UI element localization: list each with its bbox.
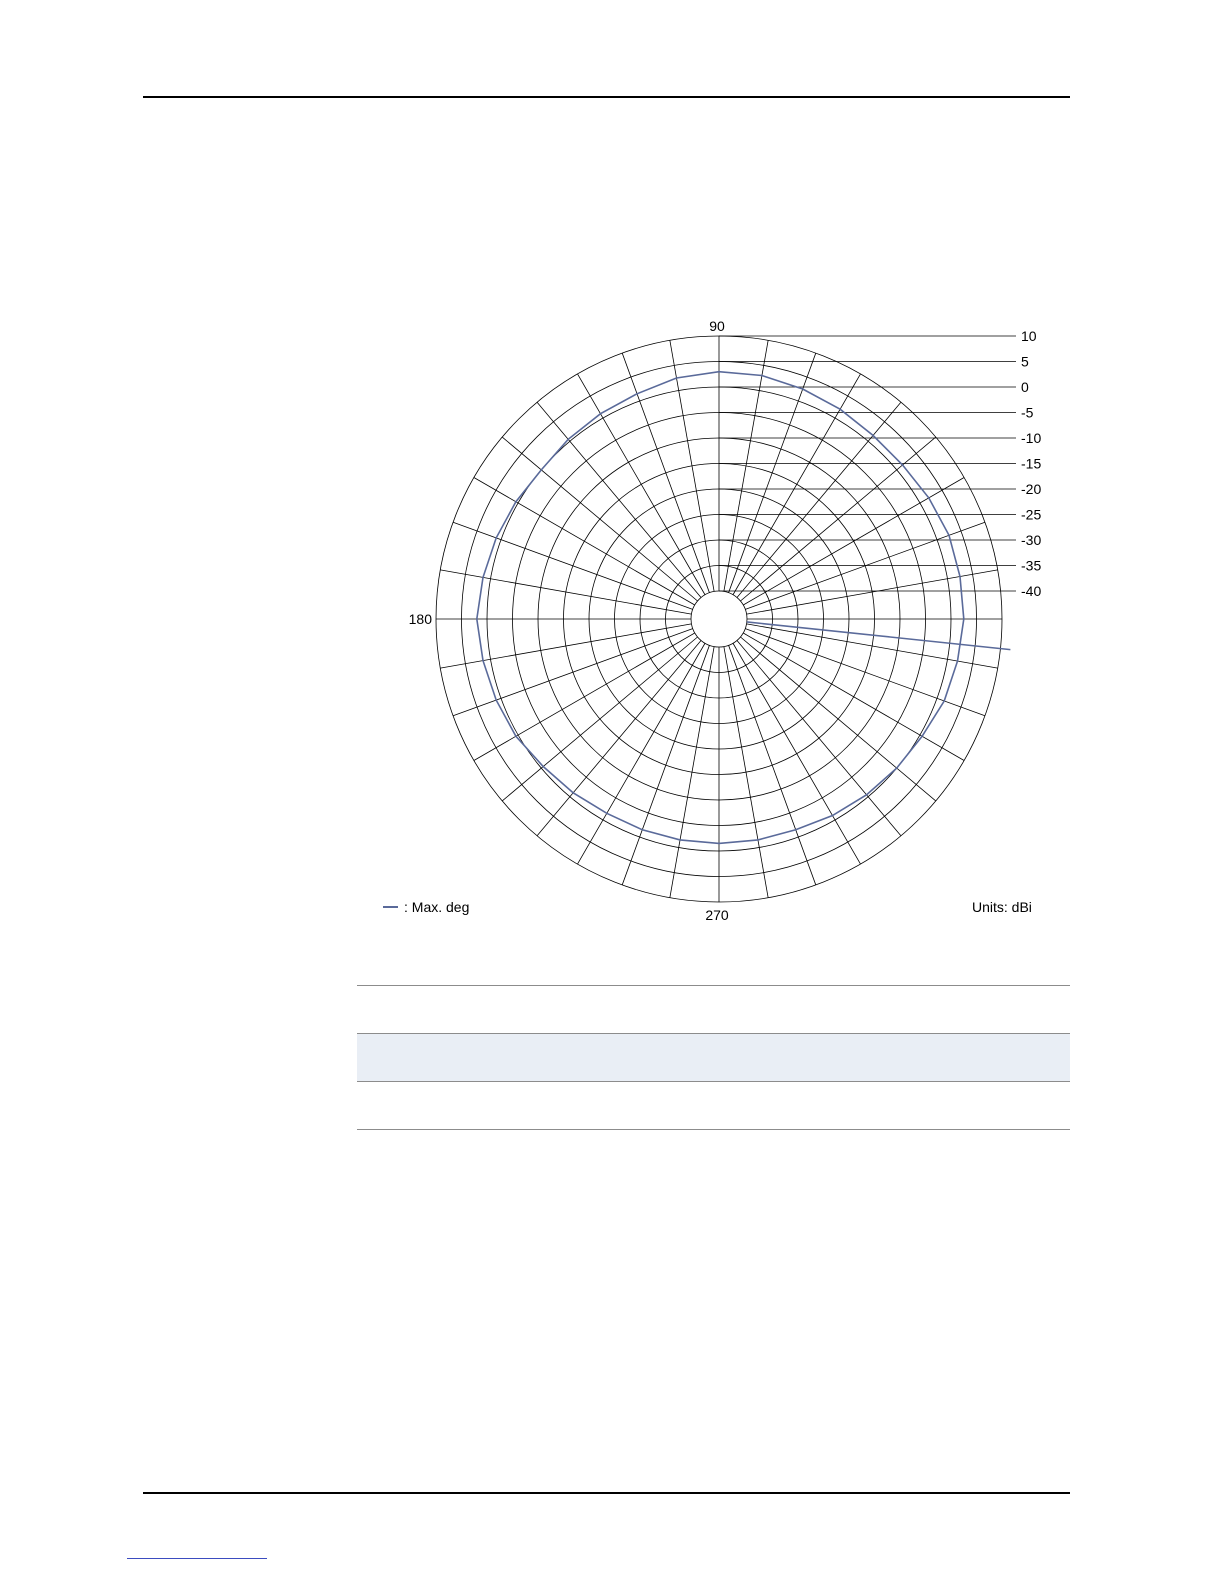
table-row [357,986,1070,1033]
angle-label-180: 180 [409,611,433,627]
grid-spoke-60 [732,373,861,595]
radial-tick-label: -35 [1021,558,1041,574]
legend-label: : Max. deg [404,899,469,915]
angle-label-270: 270 [705,907,729,923]
grid-spoke-280 [723,646,769,898]
footer-link-underline[interactable] [127,1558,267,1559]
grid-spoke-120 [577,373,706,595]
table-bottom-rule [357,1129,1070,1130]
grid-spoke-320 [740,636,937,802]
grid-spoke-260 [669,646,715,898]
table-row [357,1082,1070,1129]
grid-spoke-40 [740,436,937,602]
radial-tick-label: -10 [1021,430,1041,446]
grid-spoke-210 [473,632,695,761]
radial-tick-label: -25 [1021,507,1041,523]
angle-label-90: 90 [709,318,725,334]
grid-spoke-240 [577,643,706,865]
grid-spoke-140 [501,436,698,602]
radial-tick-label: 5 [1021,354,1029,370]
grid-spoke-330 [743,632,965,761]
grid-spoke-230 [536,640,702,837]
grid-spoke-150 [473,477,695,606]
grid-circle--40 [690,590,748,648]
angle-labels: 90 180 270 [409,318,729,923]
radial-tick-label: -5 [1021,405,1034,421]
radial-tick-label: -30 [1021,532,1041,548]
grid-spoke-300 [732,643,861,865]
series-trace-segment [746,621,1011,651]
units-label: Units: dBi [972,899,1032,915]
footer-rule [143,1492,1070,1494]
radial-tick-labels: 10 5 0 -5 -10 -15 -20 -25 -30 -35 -40 [1021,328,1041,599]
radial-tick-label: 0 [1021,379,1029,395]
radial-tick-label: -40 [1021,583,1041,599]
series-line-0 [475,370,965,845]
table-row [357,1034,1070,1081]
radial-tick-label: -20 [1021,481,1041,497]
polar-chart: 10 5 0 -5 -10 -15 -20 -25 -30 -35 -40 90 180 270 : M… [383,318,1041,923]
radial-tick-label: -15 [1021,456,1041,472]
grid-spoke-220 [501,636,698,802]
grid-spoke-130 [536,401,702,598]
grid-spoke-30 [743,477,965,606]
grid-spoke-50 [736,401,902,598]
radial-tick-label: 10 [1021,328,1037,344]
grid-spoke-310 [736,640,902,837]
angular-grid-spokes [436,336,1002,902]
grid-spoke-80 [723,340,769,592]
radial-tick-leaders [719,335,1016,592]
